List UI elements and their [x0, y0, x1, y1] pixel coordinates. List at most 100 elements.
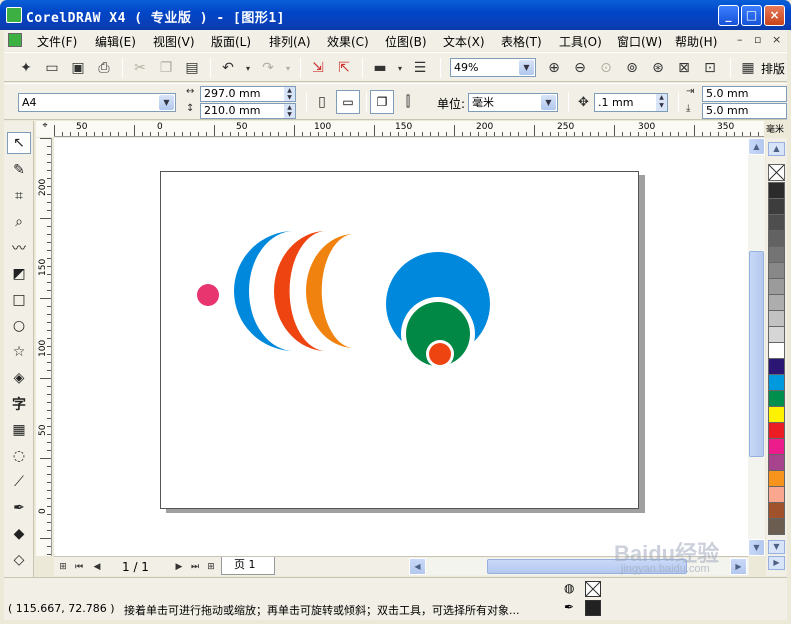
copy-icon[interactable]: ❐ [156, 58, 176, 78]
landscape-button[interactable]: ▭ [336, 90, 360, 114]
menu-effects[interactable]: 效果(C) [327, 33, 369, 50]
zoom-out-icon[interactable]: ⊖ [570, 58, 590, 78]
palette-swatch[interactable] [768, 294, 785, 311]
duplicate-distance-x-input[interactable]: 5.0 mm [702, 86, 787, 102]
scroll-right-icon[interactable]: ▶ [730, 558, 747, 575]
palette-swatch[interactable] [768, 358, 785, 375]
palette-swatch[interactable] [768, 278, 785, 295]
palette-swatch[interactable] [768, 438, 785, 455]
fill-bucket-icon[interactable]: ◍ [564, 581, 580, 597]
nudge-spinner-icon[interactable]: ▲ ▼ [656, 94, 667, 111]
menu-file[interactable]: 文件(F) [37, 33, 77, 50]
outline-pen-icon[interactable]: ✒ [564, 600, 580, 616]
menu-bitmaps[interactable]: 位图(B) [385, 33, 427, 50]
application-launcher-icon[interactable]: ▬ [370, 58, 390, 78]
basic-shapes-tool-icon[interactable]: ◈ [7, 367, 31, 389]
insert-page-after-icon[interactable]: ⊞ [204, 560, 218, 574]
menu-view[interactable]: 视图(V) [153, 33, 195, 50]
outline-tool-icon[interactable]: ✒ [7, 497, 31, 519]
units-combo[interactable]: 毫米 ▼ [468, 93, 558, 112]
polygon-tool-icon[interactable]: ☆ [7, 341, 31, 363]
zoom-selected-icon[interactable]: ⊙ [596, 58, 616, 78]
print-icon[interactable]: ⎙ [94, 58, 114, 78]
zoom-dropdown-icon[interactable]: ▼ [519, 60, 534, 75]
palette-swatch[interactable] [768, 198, 785, 215]
ellipse-tool-icon[interactable]: ○ [7, 315, 31, 337]
menu-help[interactable]: 帮助(H) [675, 33, 717, 50]
all-pages-button[interactable]: ❐ [370, 90, 394, 114]
ruler-origin-icon[interactable]: ⌖ [36, 121, 54, 137]
page-width-input[interactable]: 297.0 mm ▲ ▼ [200, 86, 296, 102]
vertical-ruler[interactable]: 200 150 100 50 0 [36, 138, 52, 556]
scroll-up-icon[interactable]: ▲ [748, 138, 765, 155]
undo-dropdown-icon[interactable]: ▾ [238, 58, 258, 78]
layout-icon[interactable]: ▦ [738, 58, 758, 78]
palette-swatch[interactable] [768, 390, 785, 407]
palette-scroll-down-icon[interactable]: ▼ [768, 540, 785, 554]
zoom-level-combo[interactable]: 49% ▼ [450, 58, 536, 77]
last-page-icon[interactable]: ⏭ [188, 560, 202, 574]
palette-swatch[interactable] [768, 246, 785, 263]
table-tool-icon[interactable]: ▦ [7, 419, 31, 441]
zoom-tool-icon[interactable]: ⌕ [7, 211, 31, 233]
palette-swatch[interactable] [768, 422, 785, 439]
welcome-screen-icon[interactable]: ☰ [410, 58, 430, 78]
page-tab-1[interactable]: 页 1 [221, 557, 275, 575]
close-button[interactable]: × [764, 5, 785, 26]
palette-swatch[interactable] [768, 262, 785, 279]
fill-tool-icon[interactable]: ◆ [7, 523, 31, 545]
current-page-icon[interactable]: ⫿ [398, 92, 418, 112]
palette-swatch[interactable] [768, 214, 785, 231]
new-document-icon[interactable]: ✦ [16, 58, 36, 78]
paper-size-dropdown-icon[interactable]: ▼ [159, 95, 174, 110]
interactive-blend-tool-icon[interactable]: ◌ [7, 445, 31, 467]
palette-swatch[interactable] [768, 326, 785, 343]
palette-swatch[interactable] [768, 470, 785, 487]
document-icon[interactable] [8, 33, 22, 47]
nudge-distance-input[interactable]: .1 mm ▲ ▼ [594, 93, 668, 112]
paste-icon[interactable]: ▤ [182, 58, 202, 78]
layout-label[interactable]: 排版 [761, 60, 785, 77]
vertical-scroll-thumb[interactable] [749, 251, 764, 457]
menu-text[interactable]: 文本(X) [443, 33, 485, 50]
palette-swatch[interactable] [768, 502, 785, 519]
page-height-input[interactable]: 210.0 mm ▲ ▼ [200, 103, 296, 119]
palette-swatch[interactable] [768, 182, 785, 199]
maximize-button[interactable]: □ [741, 5, 762, 26]
pink-dot-shape[interactable] [197, 284, 219, 306]
palette-expand-icon[interactable]: ▶ [768, 556, 785, 570]
doc-restore-button[interactable]: ▫ [754, 33, 761, 46]
shape-tool-icon[interactable]: ✎ [7, 159, 31, 181]
palette-scroll-up-icon[interactable]: ▲ [768, 142, 785, 156]
smart-fill-tool-icon[interactable]: ◩ [7, 263, 31, 285]
palette-swatch[interactable] [768, 406, 785, 423]
previous-page-icon[interactable]: ◀ [90, 560, 104, 574]
insert-page-before-icon[interactable]: ⊞ [56, 560, 70, 574]
zoom-in-icon[interactable]: ⊕ [544, 58, 564, 78]
red-small-circle-shape[interactable] [429, 343, 451, 365]
portrait-icon[interactable]: ▯ [312, 92, 332, 112]
zoom-page-width-icon[interactable]: ⊠ [674, 58, 694, 78]
vertical-scrollbar[interactable]: ▲ ▼ [748, 138, 765, 556]
paper-size-combo[interactable]: A4 ▼ [18, 93, 176, 112]
outline-color-swatch[interactable] [585, 600, 601, 616]
crop-tool-icon[interactable]: ⌗ [7, 185, 31, 207]
page-width-spinner-icon[interactable]: ▲ ▼ [284, 87, 295, 101]
undo-icon[interactable]: ↶ [218, 58, 238, 78]
menu-table[interactable]: 表格(T) [501, 33, 542, 50]
first-page-icon[interactable]: ⏮ [72, 560, 86, 574]
units-dropdown-icon[interactable]: ▼ [541, 95, 556, 110]
palette-swatch[interactable] [768, 518, 785, 535]
palette-swatch[interactable] [768, 310, 785, 327]
scroll-left-icon[interactable]: ◀ [409, 558, 426, 575]
pick-tool-icon[interactable]: ↖ [7, 132, 31, 154]
import-icon[interactable]: ⇲ [308, 58, 328, 78]
redo-dropdown-icon[interactable]: ▾ [278, 58, 298, 78]
save-icon[interactable]: ▣ [68, 58, 88, 78]
open-folder-icon[interactable]: ▭ [42, 58, 62, 78]
interactive-fill-tool-icon[interactable]: ◇ [7, 549, 31, 571]
next-page-icon[interactable]: ▶ [172, 560, 186, 574]
cut-icon[interactable]: ✂ [130, 58, 150, 78]
menu-tools[interactable]: 工具(O) [559, 33, 602, 50]
zoom-all-objects-icon[interactable]: ⊚ [622, 58, 642, 78]
